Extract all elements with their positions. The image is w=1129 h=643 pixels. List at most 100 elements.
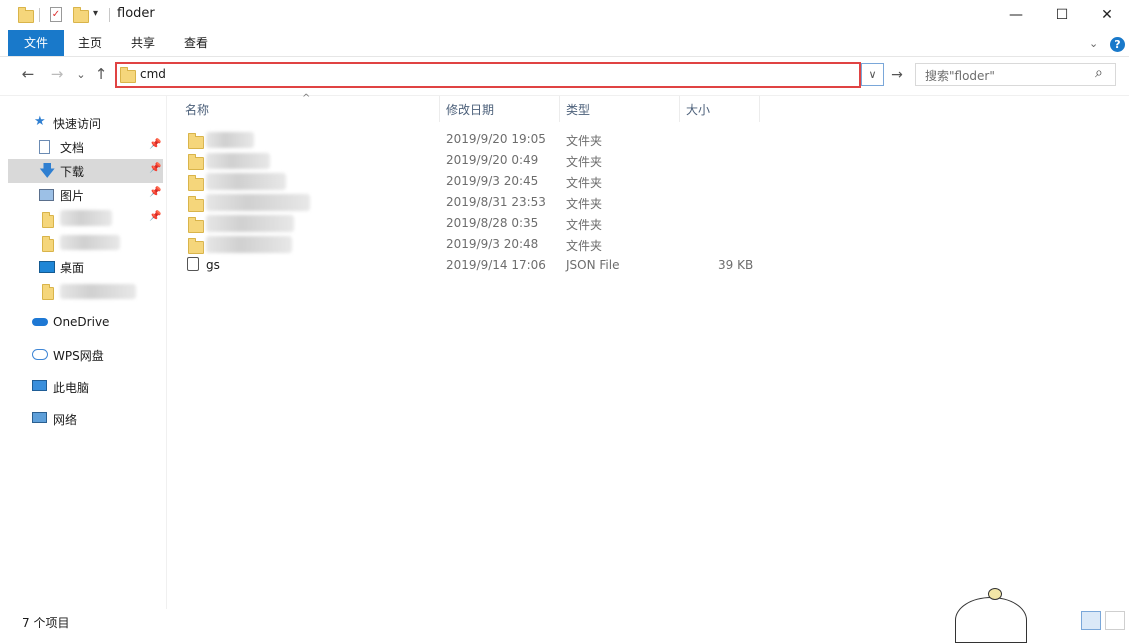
download-icon: 🡇 [39,161,56,180]
address-bar[interactable] [115,62,861,88]
title-separator [109,8,110,22]
ribbon-bar [0,30,1129,57]
search-icon[interactable]: ⌕ [1095,65,1103,81]
file-type: 文件夹 [566,176,603,190]
desktop-icon [39,261,55,273]
column-separator[interactable] [439,96,440,122]
sidebar-item-downloads[interactable]: 🡇 下载 📌 [8,159,163,183]
customize-quick-access-icon[interactable]: ▾ [93,8,98,19]
address-dropdown-button[interactable]: ∨ [861,63,884,86]
large-icons-view-icon[interactable] [1105,611,1125,630]
column-header-type[interactable]: 类型 [566,101,590,118]
folder-icon [42,284,58,301]
sidebar-item-pictures[interactable]: 图片 📌 [8,183,163,207]
pane-divider [166,96,167,609]
list-item[interactable]: 2019/9/3 20:45 文件夹 [175,171,765,192]
sidebar-item-label: 网络 [53,413,78,427]
column-separator[interactable] [679,96,680,122]
sidebar-item-folder[interactable]: 📌 [8,207,163,231]
document-icon [39,140,50,154]
file-date: 2019/8/28 0:35 [446,216,539,230]
sidebar-item-label: 此电脑 [53,381,90,395]
pin-icon[interactable]: 📌 [149,139,161,150]
file-type: 文件夹 [566,197,603,211]
sidebar-item-label: WPS网盘 [53,349,104,363]
column-header-date[interactable]: 修改日期 [446,101,494,118]
file-type: 文件夹 [566,134,603,148]
file-date: 2019/9/3 20:48 [446,237,539,251]
sidebar-item-folder[interactable] [8,231,163,255]
address-value[interactable]: cmd [140,67,166,81]
sidebar-item-wps[interactable]: WPS网盘 [8,343,163,367]
list-item[interactable]: 2019/8/31 23:53 文件夹 [175,192,765,213]
pin-icon[interactable]: 📌 [149,211,161,222]
sidebar-item-this-pc[interactable]: 此电脑 [8,375,163,399]
pin-icon[interactable]: 📌 [149,187,161,198]
sidebar-item-documents[interactable]: 文档 📌 [8,135,163,159]
forward-button[interactable]: → [47,64,67,84]
file-name: gs [206,258,220,272]
sidebar-item-label: 桌面 [60,261,85,275]
details-view-icon[interactable] [1081,611,1101,630]
tab-view[interactable]: 查看 [176,30,216,56]
title-bar [0,0,1129,30]
column-separator[interactable] [759,96,760,122]
item-count: 7 个项目 [22,616,70,630]
network-icon [32,412,47,423]
sticker-leaf [988,588,1002,600]
expand-ribbon-icon[interactable]: ⌄ [1089,37,1098,50]
column-header-name[interactable]: 名称 [185,101,209,118]
blurred-name [206,173,286,190]
sort-ascending-icon: ^ [302,93,311,104]
sidebar-item-folder[interactable] [8,279,163,303]
file-type: 文件夹 [566,239,603,253]
tab-file[interactable]: 文件 [8,30,64,56]
sidebar-item-desktop[interactable]: 桌面 [8,255,163,279]
tab-share[interactable]: 共享 [123,30,163,56]
toolbar-divider [0,95,1129,96]
up-button[interactable]: ↑ [91,64,111,84]
pin-icon[interactable]: 📌 [149,163,161,174]
sidebar-item-label: 下载 [60,165,85,179]
tab-home[interactable]: 主页 [70,30,110,56]
file-size: 39 KB [718,258,754,272]
list-item[interactable]: 2019/9/3 20:48 文件夹 [175,234,765,255]
blurred-name [206,153,270,169]
blurred-name [206,132,254,148]
recent-locations-button[interactable]: ⌄ [71,64,91,84]
list-item[interactable]: 2019/8/28 0:35 文件夹 [175,213,765,234]
list-item[interactable]: 2019/9/20 19:05 文件夹 [175,129,765,150]
window-title: floder [117,6,155,21]
cloud-icon [32,318,48,326]
blurred-name [206,194,310,211]
column-header-size[interactable]: 大小 [686,101,710,118]
blurred-label [60,284,136,299]
file-type: 文件夹 [566,155,603,169]
properties-icon[interactable]: ✓ [50,7,62,22]
wps-cloud-icon [32,349,48,360]
star-icon: ★ [34,114,46,129]
go-button[interactable]: → [887,63,907,86]
maximize-button[interactable]: ☐ [1039,0,1085,30]
file-date: 2019/9/20 0:49 [446,153,539,167]
blurred-name [206,236,292,253]
back-button[interactable]: ← [18,64,38,84]
picture-icon [39,189,54,201]
sidebar-item-onedrive[interactable]: OneDrive [8,311,163,335]
sidebar-item-quick-access[interactable]: ★ 快速访问 [8,111,163,135]
help-icon[interactable]: ? [1110,37,1125,52]
sidebar-item-label: 图片 [60,189,85,203]
list-item[interactable]: 2019/9/20 0:49 文件夹 [175,150,765,171]
computer-icon [32,380,47,391]
blurred-name [206,215,294,232]
column-separator[interactable] [559,96,560,122]
blurred-label [60,235,120,250]
sticker-image [955,597,1027,643]
file-type: 文件夹 [566,218,603,232]
sidebar-item-label: 文档 [60,141,85,155]
sidebar-item-network[interactable]: 网络 [8,407,163,431]
minimize-button[interactable]: — [993,0,1039,30]
json-file-icon [187,257,199,271]
close-button[interactable]: ✕ [1084,0,1129,30]
list-item[interactable]: gs 2019/9/14 17:06 JSON File 39 KB [175,255,765,276]
